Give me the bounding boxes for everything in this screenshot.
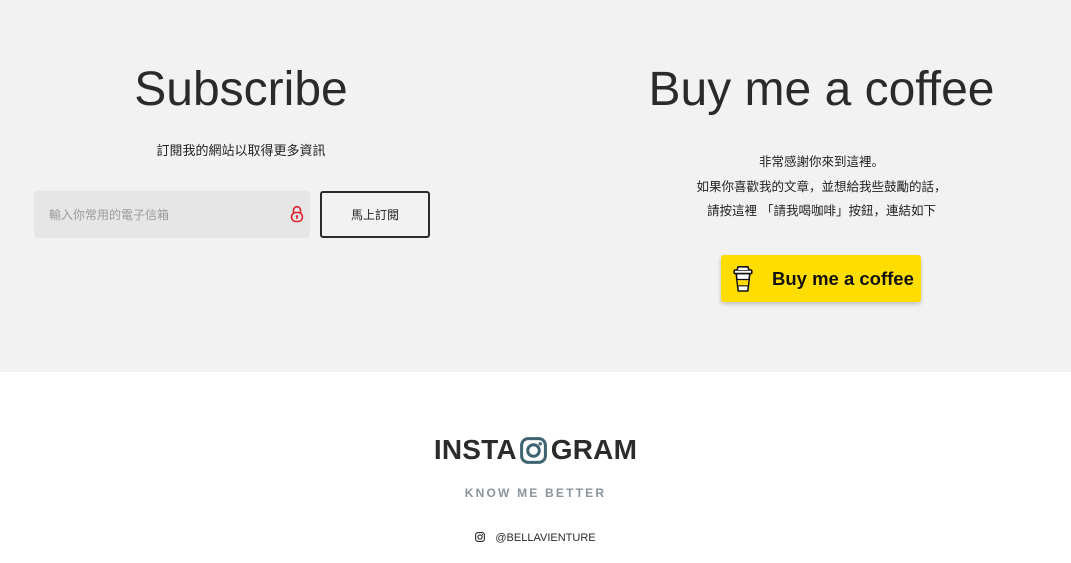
buy-me-a-coffee-button[interactable]: Buy me a coffee bbox=[721, 255, 921, 302]
email-field[interactable] bbox=[34, 191, 284, 238]
subscribe-subtitle: 訂閱我的網站以取得更多資訊 bbox=[156, 144, 326, 159]
lock-icon bbox=[290, 205, 304, 223]
instagram-heading-right: GRAM bbox=[550, 434, 638, 465]
coffee-button-label: Buy me a coffee bbox=[772, 268, 914, 289]
instagram-handle-row: @BELLAVIENTURE bbox=[0, 532, 1071, 544]
coffee-title: Buy me a coffee bbox=[648, 63, 995, 116]
email-field-container bbox=[34, 191, 310, 238]
coffee-line-2: 如果你喜歡我的文章，並想給我些鼓勵的話， bbox=[696, 178, 947, 194]
instagram-heading: INSTA GRAM bbox=[0, 430, 1071, 470]
instagram-handle-link[interactable]: @BELLAVIENTURE bbox=[495, 532, 595, 544]
instagram-tagline: KNOW ME BETTER bbox=[464, 486, 607, 500]
instagram-icon bbox=[519, 436, 547, 464]
coffee-line-1: 非常感謝你來到這裡。 bbox=[758, 154, 884, 169]
coffee-cup-icon bbox=[733, 266, 753, 292]
coffee-description: 非常感謝你來到這裡。 如果你喜歡我的文章，並想給我些鼓勵的話， 請按這裡 「請我… bbox=[600, 150, 1043, 224]
subscribe-title: Subscribe bbox=[134, 63, 348, 116]
subscribe-button[interactable]: 馬上訂閱 bbox=[320, 191, 430, 238]
instagram-small-icon bbox=[475, 532, 486, 543]
instagram-heading-left: INSTA bbox=[433, 434, 517, 465]
coffee-line-3: 請按這裡 「請我喝咖啡」按鈕，連結如下 bbox=[707, 203, 936, 218]
